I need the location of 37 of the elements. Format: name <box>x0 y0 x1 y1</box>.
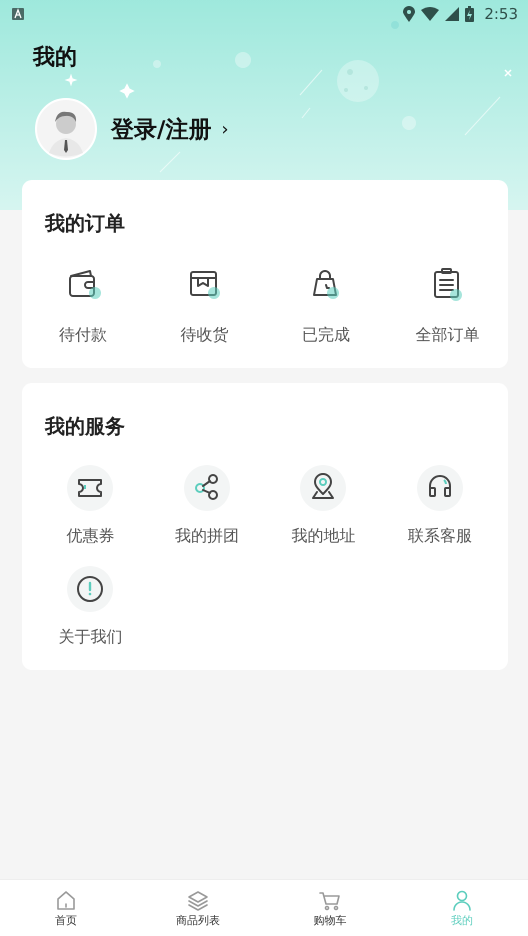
moon-drawing <box>337 60 379 102</box>
order-item[interactable]: 待付款 <box>58 325 107 346</box>
bubble-drawing <box>153 60 161 68</box>
tab-label[interactable]: 商品列表 <box>176 912 220 928</box>
tab-label[interactable]: 首页 <box>55 912 77 928</box>
section-title: 我的订单 <box>45 210 125 237</box>
tab-label[interactable]: 购物车 <box>314 912 346 928</box>
order-item[interactable]: 已完成 <box>302 325 350 346</box>
chevron-icon[interactable]: › <box>221 118 229 140</box>
service-item[interactable]: 我的地址 <box>291 526 356 547</box>
bubble-drawing <box>235 52 251 68</box>
app-notification-icon <box>12 8 24 20</box>
location-icon <box>403 6 416 22</box>
status-time: 2:53 <box>484 5 518 23</box>
pin-icon <box>299 464 348 512</box>
bubble-drawing <box>402 116 416 130</box>
streak-drawing <box>302 108 310 118</box>
page-title: 我的 <box>33 44 77 72</box>
order-item[interactable]: 全部订单 <box>415 325 480 346</box>
order-item[interactable]: 待收货 <box>180 325 228 346</box>
service-item[interactable]: 关于我们 <box>58 627 122 648</box>
share-icon <box>182 464 231 512</box>
home-icon <box>55 888 77 910</box>
wifi-icon <box>421 7 440 21</box>
login-link[interactable]: 登录/注册 <box>111 114 212 144</box>
signal-icon <box>445 7 460 21</box>
service-item[interactable]: 我的拼团 <box>174 526 239 547</box>
service-item[interactable]: 联系客服 <box>408 526 472 547</box>
ticket-icon <box>66 464 114 512</box>
battery-icon <box>465 6 474 22</box>
info-icon <box>66 565 114 613</box>
headset-icon <box>416 464 464 512</box>
section-title: 我的服务 <box>45 413 125 440</box>
avatar-icon[interactable] <box>35 98 97 160</box>
person-icon <box>451 888 473 910</box>
service-item[interactable]: 优惠券 <box>66 526 114 547</box>
layers-icon <box>187 888 209 910</box>
